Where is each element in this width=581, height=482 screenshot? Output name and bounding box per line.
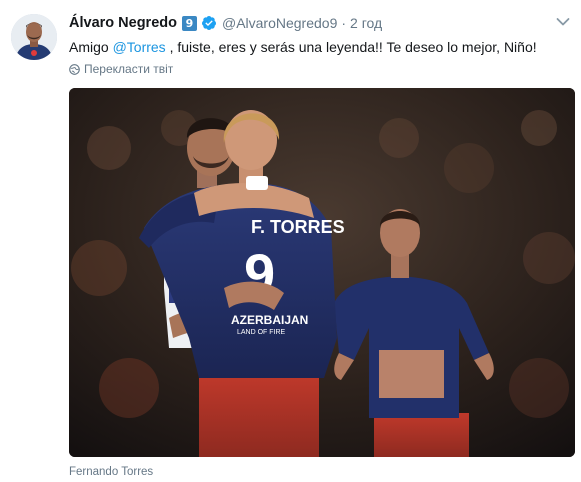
tweet-header: Álvaro Negredo 9 @AlvaroNegredo9 · 2 год: [69, 13, 382, 33]
globe-icon: [69, 63, 80, 75]
tweet-timestamp[interactable]: 2 год: [350, 15, 382, 31]
jersey-name-text: F. TORRES: [251, 217, 345, 237]
avatar-image: [11, 14, 57, 60]
tweet-card[interactable]: Álvaro Negredo 9 @AlvaroNegredo9 · 2 год…: [0, 0, 581, 482]
tweet-text-end: , fuiste, eres y serás una leyenda!! Te …: [165, 39, 537, 55]
translate-tweet-link[interactable]: Перекласти твіт: [69, 62, 173, 76]
number-badge-icon: 9: [181, 15, 197, 31]
translate-label: Перекласти твіт: [84, 62, 174, 76]
mention-link[interactable]: @Torres: [113, 39, 166, 55]
separator-dot: ·: [341, 15, 347, 31]
verified-check-icon: [201, 16, 216, 30]
tweet-text-start: Amigo: [69, 39, 113, 55]
author-name[interactable]: Álvaro Negredo: [69, 15, 177, 31]
sponsor-text-1: AZERBAIJAN: [231, 313, 308, 327]
tweet-text: Amigo @Torres , fuiste, eres y serás una…: [69, 38, 537, 57]
photo-football-players-embrace: F. TORRES 9 AZERBAIJAN LAND OF FIRE: [69, 88, 575, 457]
author-handle[interactable]: @AlvaroNegredo9: [222, 15, 337, 31]
chevron-down-icon[interactable]: [556, 17, 570, 27]
tweet-photo[interactable]: F. TORRES 9 AZERBAIJAN LAND OF FIRE: [69, 88, 575, 457]
media-caption[interactable]: Fernando Torres: [69, 466, 153, 478]
sponsor-text-2: LAND OF FIRE: [237, 329, 286, 336]
avatar[interactable]: [11, 14, 57, 60]
